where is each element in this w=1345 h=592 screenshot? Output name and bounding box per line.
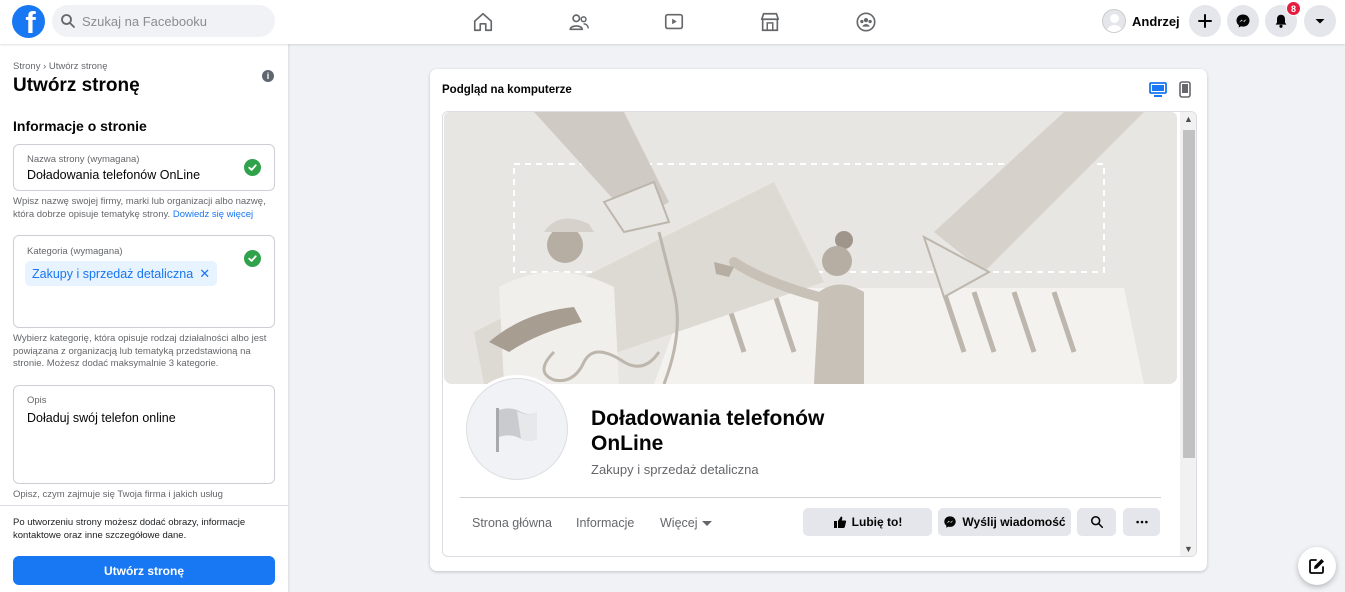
avatar: [1102, 9, 1126, 33]
category-chip-label: Zakupy i sprzedaż detaliczna: [32, 266, 194, 281]
section-title: Informacje o stronie: [13, 118, 147, 134]
marketplace-icon[interactable]: [756, 8, 784, 36]
search-icon: [1090, 515, 1103, 529]
like-button[interactable]: Lubię to!: [803, 508, 932, 536]
footer-text: Po utworzeniu strony możesz dodać obrazy…: [13, 517, 246, 541]
send-message-button[interactable]: Wyślij wiadomość: [938, 508, 1071, 536]
category-label: Kategoria (wymagana): [27, 246, 123, 257]
profile-shortcut[interactable]: Andrzej: [1102, 6, 1188, 36]
check-icon: [244, 250, 261, 267]
description-label: Opis: [27, 395, 47, 406]
learn-more-link[interactable]: Dowiedz się więcej: [173, 209, 253, 220]
search-box[interactable]: [52, 5, 275, 37]
info-icon[interactable]: i: [262, 70, 274, 82]
send-message-label: Wyślij wiadomość: [962, 515, 1066, 529]
more-dots-icon: [1135, 520, 1148, 524]
bell-icon: [1275, 14, 1287, 28]
preview-scrollbar[interactable]: ▲ ▼: [1180, 112, 1196, 556]
desktop-preview-card: Podgląd na komputerze Doładowania telefo…: [430, 69, 1207, 571]
top-navigation-bar: f Andrzej 8: [0, 0, 1345, 44]
mobile-icon[interactable]: [1179, 81, 1191, 98]
remove-category-icon[interactable]: ✕: [199, 266, 210, 282]
breadcrumb[interactable]: Strony › Utwórz stronę: [13, 61, 108, 72]
page-name-field[interactable]: Nazwa strony (wymagana) Doładowania tele…: [13, 144, 275, 191]
notification-badge: 8: [1286, 1, 1301, 16]
account-menu-button[interactable]: [1304, 5, 1336, 37]
like-button-label: Lubię to!: [851, 515, 903, 529]
page-name-label: Nazwa strony (wymagana): [27, 154, 140, 165]
compose-icon: [1309, 559, 1324, 574]
sidebar-footer: Po utworzeniu strony możesz dodać obrazy…: [0, 505, 288, 592]
description-field[interactable]: Opis Doładuj swój telefon online: [13, 385, 275, 484]
messenger-button[interactable]: [1227, 5, 1259, 37]
scroll-down-arrow[interactable]: ▼: [1184, 544, 1193, 554]
watch-video-icon[interactable]: [660, 8, 688, 36]
preview-page-name: Doładowania telefonów OnLine: [591, 406, 891, 456]
search-page-button[interactable]: [1077, 508, 1116, 536]
desktop-icon[interactable]: [1149, 82, 1167, 98]
user-name: Andrzej: [1132, 13, 1180, 29]
divider: [460, 497, 1161, 498]
description-value[interactable]: Doładuj swój telefon online: [27, 411, 176, 425]
category-help: Wybierz kategorię, która opisuje rodzaj …: [13, 333, 267, 369]
page-name-value[interactable]: Doładowania telefonów OnLine: [27, 168, 200, 182]
category-field[interactable]: Kategoria (wymagana) Zakupy i sprzedaż d…: [13, 235, 275, 328]
check-icon: [244, 159, 261, 176]
tab-more[interactable]: Więcej: [660, 516, 712, 530]
description-help: Opisz, czym zajmuje się Twoja firma i ja…: [13, 489, 223, 500]
page-preview-frame: Doładowania telefonów OnLine Zakupy i sp…: [442, 111, 1197, 557]
chevron-down-icon: [1315, 19, 1325, 24]
scroll-thumb[interactable]: [1183, 130, 1195, 458]
cover-illustration: [444, 112, 1177, 384]
caret-down-icon: [701, 521, 712, 527]
preview-title: Podgląd na komputerze: [442, 84, 572, 96]
plus-icon: [1198, 14, 1212, 28]
search-icon: [61, 14, 75, 28]
cover-art-image: [444, 112, 1177, 384]
tab-more-label: Więcej: [660, 516, 698, 530]
preview-page-name-line1: Doładowania telefonów: [591, 407, 825, 430]
preview-page-name-line2: OnLine: [591, 432, 664, 455]
flag-icon: [496, 408, 537, 452]
notifications-button[interactable]: 8: [1265, 1, 1301, 37]
friends-icon[interactable]: [565, 8, 593, 36]
create-button[interactable]: [1189, 5, 1221, 37]
home-icon[interactable]: [469, 8, 497, 36]
messenger-icon: [1236, 14, 1250, 28]
page-name-help: Wpisz nazwę swojej firmy, marki lub orga…: [13, 196, 277, 221]
tab-about[interactable]: Informacje: [576, 516, 634, 530]
facebook-logo[interactable]: f: [12, 5, 45, 38]
thumbs-up-icon: [833, 516, 846, 528]
create-page-button[interactable]: Utwórz stronę: [13, 556, 275, 585]
page-title: Utwórz stronę: [13, 75, 140, 96]
tab-home[interactable]: Strona główna: [472, 516, 552, 530]
more-options-button[interactable]: [1123, 508, 1160, 536]
groups-icon[interactable]: [852, 8, 880, 36]
messenger-icon: [944, 516, 957, 528]
search-input[interactable]: [82, 13, 262, 29]
scroll-up-arrow[interactable]: ▲: [1184, 114, 1193, 124]
profile-picture[interactable]: [463, 375, 571, 483]
create-page-sidebar: Strony › Utwórz stronę Utwórz stronę i I…: [0, 44, 288, 592]
category-chip[interactable]: Zakupy i sprzedaż detaliczna ✕: [25, 261, 218, 286]
preview-page-category: Zakupy i sprzedaż detaliczna: [591, 462, 759, 477]
new-message-button[interactable]: [1298, 547, 1336, 585]
